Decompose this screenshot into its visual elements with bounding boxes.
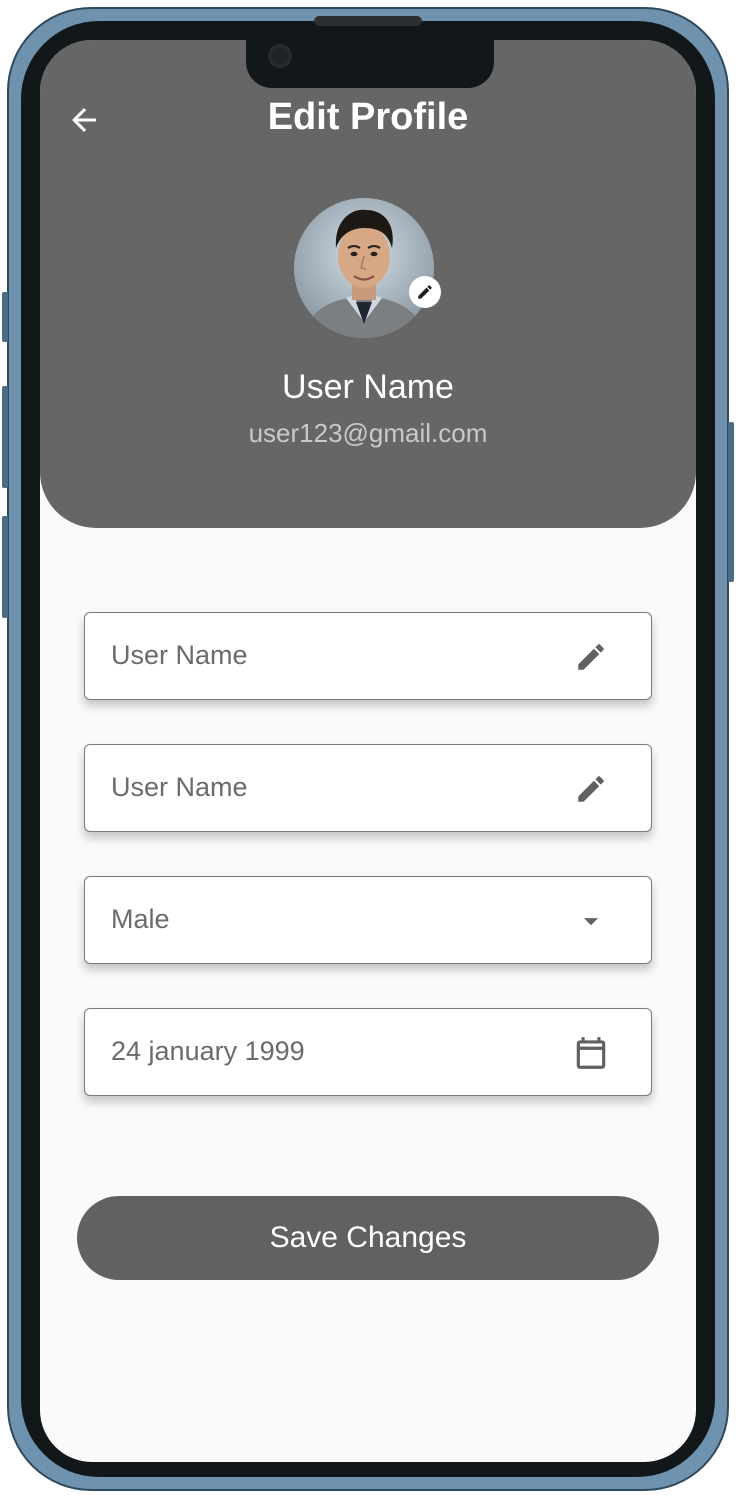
- username-field-value: User Name: [111, 772, 248, 802]
- profile-email: user123@gmail.com: [248, 418, 488, 448]
- pencil-icon: [578, 644, 604, 670]
- phone-speaker: [314, 16, 422, 26]
- name-edit-button[interactable]: [571, 637, 611, 677]
- mute-switch: [2, 292, 8, 342]
- avatar-edit-button[interactable]: [409, 276, 441, 308]
- gender-select[interactable]: Male: [84, 876, 652, 964]
- gender-dropdown-button[interactable]: [571, 901, 611, 941]
- volume-down-button: [2, 516, 8, 618]
- power-button: [728, 422, 734, 582]
- birthdate-field-value: 24 january 1999: [111, 1036, 305, 1066]
- avatar[interactable]: [294, 198, 434, 338]
- volume-up-button: [2, 386, 8, 488]
- save-changes-button[interactable]: Save Changes: [77, 1196, 659, 1280]
- username-edit-button[interactable]: [571, 769, 611, 809]
- front-camera: [268, 44, 292, 68]
- page-title: Edit Profile: [267, 96, 469, 138]
- avatar-portrait-image: [294, 198, 434, 338]
- app-screen: Edit Profile User Name user123@gmail.com…: [40, 40, 696, 1462]
- dropdown-arrow-icon: [583, 918, 599, 926]
- calendar-icon: [576, 1037, 606, 1069]
- profile-name: User Name: [282, 368, 454, 406]
- date-picker-button[interactable]: [571, 1033, 611, 1073]
- name-field[interactable]: User Name: [84, 612, 652, 700]
- pencil-icon: [578, 776, 604, 802]
- profile-header: Edit Profile User Name user123@gmail.com: [40, 40, 696, 528]
- birthdate-field[interactable]: 24 january 1999: [84, 1008, 652, 1096]
- pencil-icon: [418, 285, 432, 299]
- name-field-value: User Name: [111, 640, 248, 670]
- username-field[interactable]: User Name: [84, 744, 652, 832]
- gender-select-value: Male: [111, 904, 170, 934]
